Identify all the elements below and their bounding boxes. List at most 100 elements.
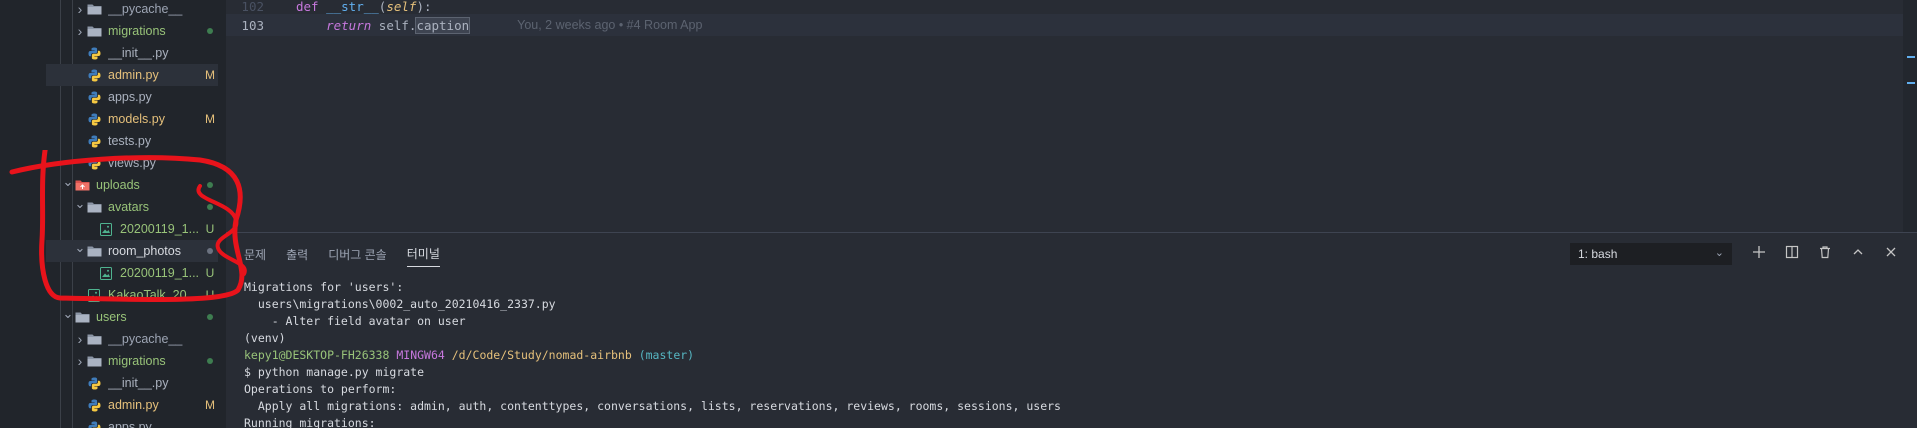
terminal-line: (venv) xyxy=(244,331,286,345)
explorer-item[interactable]: ⌄ avatars xyxy=(46,196,218,218)
code-line-103[interactable]: 103 return self.caption You, 2 weeks ago… xyxy=(226,14,1917,36)
explorer-item-label: admin.py xyxy=(108,398,159,412)
tab-debug-console[interactable]: 디버그 콘솔 xyxy=(328,241,387,267)
python-icon xyxy=(86,112,102,126)
line-number: 103 xyxy=(241,17,264,33)
explorer-item-label: __pycache__ xyxy=(108,332,183,346)
terminal-line: Operations to perform: xyxy=(244,382,397,396)
terminal-line: users\migrations\0002_auto_20210416_2337… xyxy=(244,297,556,311)
folder-icon xyxy=(86,354,102,368)
python-icon xyxy=(86,134,102,148)
explorer-item[interactable]: ⌄ room_photos xyxy=(46,240,218,262)
explorer-item[interactable]: views.py xyxy=(46,152,218,174)
chevron-up-icon[interactable] xyxy=(1847,241,1869,263)
image-file-icon xyxy=(86,288,102,302)
bottom-panel: 문제 출력 디버그 콘솔 터미널 1: bash ⌄ Migrations fo… xyxy=(226,232,1917,428)
explorer-item[interactable]: admin.py M xyxy=(46,394,218,416)
explorer-item-label: 20200119_1... xyxy=(120,222,200,236)
explorer-item[interactable]: __init__.py xyxy=(46,42,218,64)
explorer-item[interactable]: › __pycache__ xyxy=(46,0,218,20)
line-number: 102 xyxy=(241,0,264,14)
folder-icon xyxy=(86,24,102,38)
explorer-item-label: apps.py xyxy=(108,90,152,104)
git-status-dot xyxy=(207,248,213,254)
tab-terminal[interactable]: 터미널 xyxy=(406,241,440,267)
prompt-system: MINGW64 xyxy=(396,348,445,362)
function-name: __str__ xyxy=(326,0,379,14)
keyword-def: def xyxy=(296,0,319,14)
editor-scrollbar[interactable] xyxy=(1903,0,1917,232)
python-icon xyxy=(86,376,102,390)
chevron-right-icon: › xyxy=(77,23,83,39)
terminal-select[interactable]: 1: bash ⌄ xyxy=(1570,243,1732,265)
self-ref: self. xyxy=(378,17,417,33)
explorer-item[interactable]: › migrations xyxy=(46,350,218,372)
explorer-item[interactable]: › __pycache__ xyxy=(46,328,218,350)
explorer-item[interactable]: models.py M xyxy=(46,108,218,130)
git-status-dot xyxy=(207,204,213,210)
explorer-item-label: __pycache__ xyxy=(108,2,183,16)
explorer-item-label: tests.py xyxy=(108,134,152,148)
python-icon xyxy=(86,90,102,104)
split-icon[interactable] xyxy=(1781,241,1803,263)
folder-icon xyxy=(86,332,102,346)
git-status-badge: M xyxy=(205,398,215,412)
explorer-item[interactable]: › migrations xyxy=(46,20,218,42)
scroll-marker xyxy=(1907,56,1915,58)
git-status-dot xyxy=(207,314,213,320)
tab-problems[interactable]: 문제 xyxy=(244,241,266,267)
chevron-right-icon: › xyxy=(77,331,83,347)
explorer-item[interactable]: ⌄ uploads xyxy=(46,174,218,196)
explorer-item-label: migrations xyxy=(108,24,166,38)
terminal-line: Running migrations: xyxy=(244,416,376,428)
scroll-marker xyxy=(1907,82,1915,84)
code-text[interactable]: return self.caption xyxy=(296,16,471,34)
python-icon xyxy=(86,46,102,60)
explorer-item[interactable]: KakaoTalk_20... U xyxy=(46,284,218,306)
explorer-item-label: models.py xyxy=(108,112,165,126)
code-text[interactable]: def __str__(self): xyxy=(296,0,432,14)
git-status-badge: M xyxy=(205,68,215,82)
explorer-item-label: users xyxy=(96,310,127,324)
folder-upload-icon xyxy=(74,178,90,192)
plus-icon[interactable] xyxy=(1748,241,1770,263)
prompt-branch: (master) xyxy=(638,348,695,362)
explorer-item[interactable]: apps.py xyxy=(46,86,218,108)
git-status-badge: M xyxy=(205,112,215,126)
explorer-item[interactable]: 20200119_1... U xyxy=(46,218,218,240)
chevron-down-icon: ⌄ xyxy=(1714,247,1724,259)
explorer-item[interactable]: ⌄ users xyxy=(46,306,218,328)
explorer-item[interactable]: admin.py M xyxy=(46,64,218,86)
explorer-item[interactable]: tests.py xyxy=(46,130,218,152)
explorer-item[interactable]: 20200119_1... U xyxy=(46,262,218,284)
folder-icon xyxy=(74,310,90,324)
trash-icon[interactable] xyxy=(1814,241,1836,263)
git-status-dot xyxy=(207,28,213,34)
git-status-badge: U xyxy=(205,266,215,280)
explorer-item-label: admin.py xyxy=(108,68,159,82)
chevron-right-icon: › xyxy=(77,1,83,17)
tab-output[interactable]: 출력 xyxy=(286,241,308,267)
explorer-item-label: __init__.py xyxy=(108,46,169,60)
prompt-user: kepy1@DESKTOP-FH26338 xyxy=(244,348,390,362)
paren: ): xyxy=(416,0,432,14)
explorer-item[interactable]: apps.py xyxy=(46,416,218,428)
python-icon xyxy=(86,68,102,82)
explorer-item[interactable]: __init__.py xyxy=(46,372,218,394)
explorer-sidebar: › __pycache__ › migrations __init__.py admin.… xyxy=(46,0,226,428)
code-editor[interactable]: 102 def __str__(self): 103 return self.c… xyxy=(226,0,1917,232)
image-file-icon xyxy=(98,222,114,236)
close-icon[interactable] xyxy=(1880,241,1902,263)
keyword-return: return xyxy=(326,17,372,33)
folder-icon xyxy=(86,2,102,16)
terminal-line: Apply all migrations: admin, auth, conte… xyxy=(244,399,1061,413)
terminal-output[interactable]: Migrations for 'users': users\migrations… xyxy=(244,279,1061,428)
